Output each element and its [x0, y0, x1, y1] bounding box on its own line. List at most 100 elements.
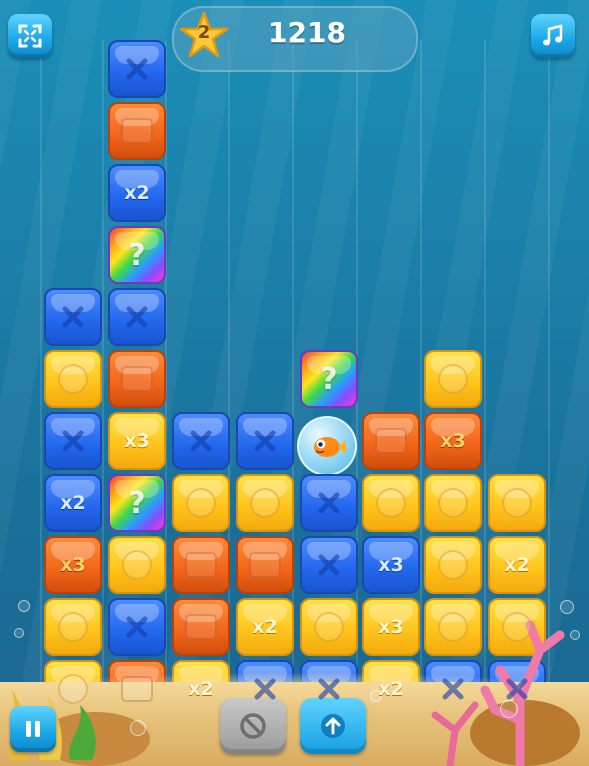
orange-block-emblem: [185, 552, 217, 578]
yellow-block-emblem: [438, 488, 468, 518]
yellow-block[interactable]: [108, 536, 166, 594]
blue-block-emblem: [440, 676, 466, 702]
yellow-block[interactable]: x2: [236, 598, 294, 656]
yellow-block-emblem: [250, 488, 280, 518]
yellow-block-emblem: [58, 612, 88, 642]
blue-block[interactable]: [108, 288, 166, 346]
yellow-block[interactable]: [172, 474, 230, 532]
multiplier-label: x2: [252, 616, 278, 638]
yellow-block-emblem: [58, 674, 88, 704]
orange-block[interactable]: [108, 350, 166, 408]
yellow-block[interactable]: [44, 598, 102, 656]
mystery-label: ?: [128, 485, 146, 521]
launch-button[interactable]: [300, 698, 366, 754]
bubble: [560, 600, 574, 614]
multiplier-label: x3: [440, 430, 466, 452]
rainbow-block[interactable]: ?: [300, 350, 358, 408]
orange-block[interactable]: x3: [424, 412, 482, 470]
yellow-block[interactable]: [44, 350, 102, 408]
blue-block[interactable]: [300, 536, 358, 594]
orange-block-emblem: [121, 676, 153, 702]
orange-block[interactable]: [108, 102, 166, 160]
bubble: [500, 700, 518, 718]
fish-bubble[interactable]: [297, 416, 357, 476]
multiplier-label: x2: [124, 182, 150, 204]
yellow-block[interactable]: x2: [488, 536, 546, 594]
prohibited-icon: [240, 713, 266, 739]
blue-block-emblem: [188, 428, 214, 454]
blue-block-emblem: [60, 428, 86, 454]
pause-icon: [26, 721, 40, 737]
column-guide: [102, 40, 104, 690]
orange-block-emblem: [375, 428, 407, 454]
orange-block[interactable]: [172, 536, 230, 594]
rainbow-block[interactable]: ?: [108, 474, 166, 532]
blue-block[interactable]: [44, 288, 102, 346]
music-button[interactable]: [531, 14, 575, 58]
blue-block[interactable]: [108, 40, 166, 98]
yellow-block-emblem: [58, 364, 88, 394]
yellow-block-emblem: [438, 364, 468, 394]
multiplier-label: x3: [378, 554, 404, 576]
orange-block-emblem: [121, 366, 153, 392]
blue-block-emblem: [252, 676, 278, 702]
yellow-block-emblem: [314, 612, 344, 642]
music-note-icon: [543, 24, 563, 46]
blue-block-emblem: [124, 304, 150, 330]
orange-block[interactable]: [236, 536, 294, 594]
score-value: 1218: [268, 16, 346, 49]
multiplier-label: x2: [188, 678, 214, 700]
blue-block[interactable]: [236, 412, 294, 470]
orange-block[interactable]: x3: [44, 536, 102, 594]
multiplier-label: x2: [60, 492, 86, 514]
blue-block[interactable]: x2: [44, 474, 102, 532]
multiplier-label: x3: [124, 430, 150, 452]
yellow-block-emblem: [376, 488, 406, 518]
blue-block[interactable]: [172, 412, 230, 470]
pause-button[interactable]: [10, 706, 56, 752]
cancel-button[interactable]: [220, 698, 286, 754]
mystery-label: ?: [320, 361, 338, 397]
orange-block[interactable]: [172, 598, 230, 656]
yellow-block[interactable]: [424, 350, 482, 408]
rainbow-block[interactable]: ?: [108, 226, 166, 284]
bubble: [130, 720, 146, 736]
yellow-block[interactable]: [362, 474, 420, 532]
blue-block-emblem: [316, 676, 342, 702]
yellow-block-emblem: [502, 488, 532, 518]
bubble: [570, 630, 580, 640]
mystery-label: ?: [128, 237, 146, 273]
bubble: [18, 600, 30, 612]
yellow-block[interactable]: [300, 598, 358, 656]
blue-block[interactable]: x3: [362, 536, 420, 594]
star-level: 2: [197, 22, 211, 43]
multiplier-label: x2: [378, 678, 404, 700]
blue-block[interactable]: [108, 598, 166, 656]
column-guide: [228, 40, 230, 690]
blue-block-emblem: [124, 614, 150, 640]
column-guide: [420, 40, 422, 690]
yellow-block[interactable]: [236, 474, 294, 532]
yellow-block[interactable]: x3: [108, 412, 166, 470]
fullscreen-button[interactable]: [8, 14, 52, 58]
yellow-block[interactable]: [488, 474, 546, 532]
coral: [431, 620, 565, 766]
yellow-block-emblem: [438, 550, 468, 580]
fullscreen-icon: [18, 24, 42, 48]
column-guide: [292, 40, 294, 690]
multiplier-label: x3: [60, 554, 86, 576]
blue-block[interactable]: [300, 474, 358, 532]
column-guide: [548, 40, 550, 690]
orange-block-emblem: [185, 614, 217, 640]
blue-block-emblem: [124, 56, 150, 82]
orange-block-emblem: [121, 118, 153, 144]
yellow-block[interactable]: [424, 474, 482, 532]
blue-block-emblem: [504, 676, 530, 702]
orange-block[interactable]: [362, 412, 420, 470]
yellow-block[interactable]: [424, 536, 482, 594]
yellow-block-emblem: [186, 488, 216, 518]
blue-block[interactable]: x2: [108, 164, 166, 222]
blue-block[interactable]: [44, 412, 102, 470]
multiplier-label: x3: [378, 616, 404, 638]
column-guide: [40, 40, 42, 690]
